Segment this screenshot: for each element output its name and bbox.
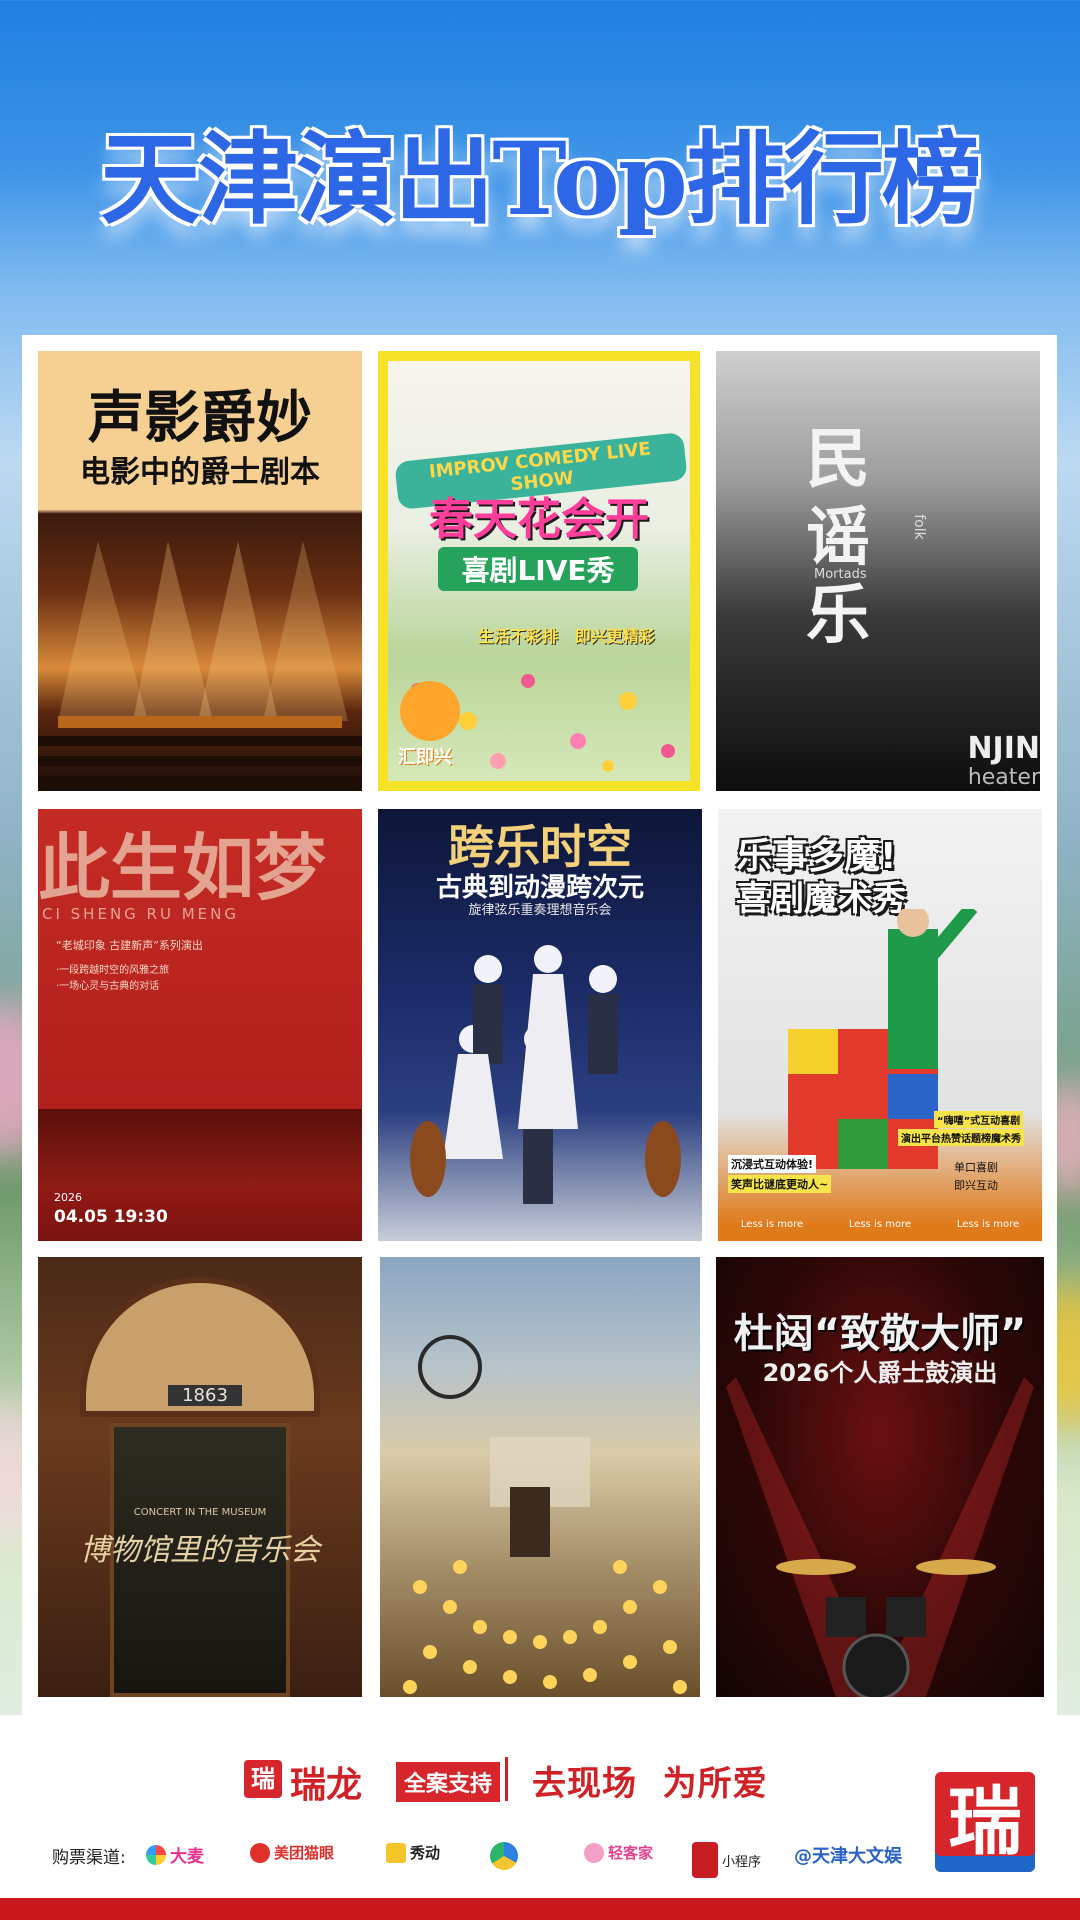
poster-magic[interactable]: 乐事多魔! 喜剧魔术秀 “嗨嘻”式互动喜剧 演出平台热赞话题榜魔术秀 沉浸式互动… [718, 809, 1042, 1241]
poster-subtitle: 电影中的爵士剧本 [80, 455, 320, 490]
poster-museum[interactable]: 1863 CONCERT IN THE MUSEUM 博物馆里的音乐会 [38, 1257, 362, 1697]
poster-datetime: 04.05 19:30 [54, 1207, 168, 1227]
channel-label: 大麦 [170, 1847, 204, 1867]
footer-text: Less is more [740, 1219, 804, 1230]
drum-kit-illustration [726, 1377, 1034, 1697]
musicians-illustration [410, 945, 681, 1204]
bottom-strip [0, 1898, 1080, 1920]
poster-title: 春天花会开 [429, 494, 649, 545]
poster-side-text: folk [910, 514, 927, 540]
slogan: 去现场 为所爱 [532, 1764, 768, 1804]
poster-line: 旋律弦乐重奏理想音乐会 [468, 903, 612, 918]
poster-anime[interactable]: 跨乐时空 古典到动漫跨次元 旋律弦乐重奏理想音乐会 [378, 809, 702, 1241]
poster-tag: 生活不彩排 即兴更精彩 [478, 623, 655, 647]
poster-grid: 声影爵妙 电影中的爵士剧本 IMPROV COMEDY LIVE SHOW 春天… [22, 335, 1057, 1715]
miniprogram-icon [692, 1842, 718, 1878]
brand-logo-icon [400, 681, 460, 741]
poster-year: 2026 [54, 1191, 82, 1204]
xiudong-icon [386, 1842, 406, 1863]
channel-label: @天津大文娱 [794, 1846, 902, 1867]
footer-text: Less is more [956, 1219, 1020, 1230]
channel-tianjin-app[interactable] [490, 1842, 518, 1870]
poster-tag: 单口喜剧 [954, 1161, 998, 1174]
poster-title: 杜闼“致敬大师” [733, 1311, 1027, 1357]
poster-year: 1863 [168, 1385, 242, 1406]
channel-maoyan[interactable]: 美团猫眼 [250, 1842, 334, 1863]
poster-bottom-text: heater [967, 765, 1040, 790]
poster-line: ·一段跨越时空的风雅之旅 [56, 965, 170, 976]
channel-damai[interactable]: 大麦 [146, 1842, 204, 1867]
poster-line: ·一场心灵与古典的对话 [56, 981, 160, 992]
channel-xiudong[interactable]: 秀动 [386, 1842, 440, 1863]
poster-subtitle: CONCERT IN THE MUSEUM [133, 1507, 267, 1518]
poster-comedy[interactable]: IMPROV COMEDY LIVE SHOW 春天花会开 喜剧LIVE秀 生活… [378, 351, 700, 791]
brand-name: 瑞龙 [290, 1764, 363, 1806]
channels-label: 购票渠道: [52, 1848, 126, 1868]
tag-text: 生活不彩排 [478, 627, 559, 646]
stage-illustration [38, 1109, 362, 1189]
poster-candle-concert[interactable] [380, 1257, 700, 1697]
poster-subtitle: 喜剧LIVE秀 [438, 547, 638, 591]
maoyan-icon [250, 1842, 270, 1863]
poster-footer-text: Less is more Less is more Less is more [718, 1219, 1042, 1230]
stage-lights-illustration [38, 541, 362, 786]
poster-folk[interactable]: 民谣乐 folk Mortads NJIN heater [716, 351, 1040, 791]
poster-title: 民谣乐 [806, 422, 870, 653]
poster-side-text: Mortads [814, 567, 867, 582]
damai-icon [146, 1844, 166, 1865]
channel-label: 小程序 [722, 1854, 762, 1870]
brand-name: 汇即兴 [398, 747, 452, 768]
poster-drums[interactable]: 杜闼“致敬大师” 2026个人爵士鼓演出 [716, 1257, 1044, 1697]
ruilong-big-logo-icon: 瑞 [935, 1772, 1035, 1872]
poster-title: 声影爵妙 [88, 385, 312, 451]
channel-label: 轻客家 [608, 1844, 654, 1862]
tag-text: 即兴更精彩 [574, 627, 655, 646]
qingkejia-icon [584, 1842, 604, 1863]
channel-label: 美团猫眼 [274, 1844, 335, 1862]
channel-miniprogram[interactable]: 小程序 [692, 1842, 761, 1878]
poster-dream[interactable]: 此生如梦 CI SHENG RU MENG “老城印象 古建新声”系列演出 ·一… [38, 809, 362, 1241]
footer-text: Less is more [848, 1219, 912, 1230]
candle-hall-illustration [403, 1335, 687, 1694]
poster-pinyin: CI SHENG RU MENG [42, 905, 239, 923]
poster-tag: 笑声比谜底更动人~ [728, 1175, 832, 1193]
divider [505, 1757, 508, 1801]
poster-tag: 即兴互动 [954, 1179, 998, 1192]
channel-label: 秀动 [410, 1844, 441, 1862]
poster-tag: “嗨嘻”式互动喜剧 [934, 1111, 1024, 1128]
poster-tag: 沉浸式互动体验! [728, 1155, 817, 1173]
support-badge: 全案支持 [396, 1762, 501, 1802]
footer [0, 1715, 1080, 1898]
poster-tag: 演出平台热赞话题榜魔术秀 [898, 1129, 1024, 1146]
tianjin-app-icon [490, 1842, 518, 1870]
channel-qingkejia[interactable]: 轻客家 [584, 1842, 653, 1863]
poster-jazz[interactable]: 声影爵妙 电影中的爵士剧本 [38, 351, 362, 791]
channel-tianjin-dawenyu[interactable]: @天津大文娱 [794, 1842, 902, 1868]
poster-title: 此生如梦 [38, 825, 327, 910]
page-title: 天津演出Top排行榜 [100, 120, 982, 238]
poster-title: 博物馆里的音乐会 [80, 1533, 320, 1568]
poster-line: “老城印象 古建新声”系列演出 [56, 939, 203, 952]
ruilong-logo-icon: 瑞 [244, 1760, 282, 1798]
poster-bottom-text: NJIN [967, 731, 1040, 766]
